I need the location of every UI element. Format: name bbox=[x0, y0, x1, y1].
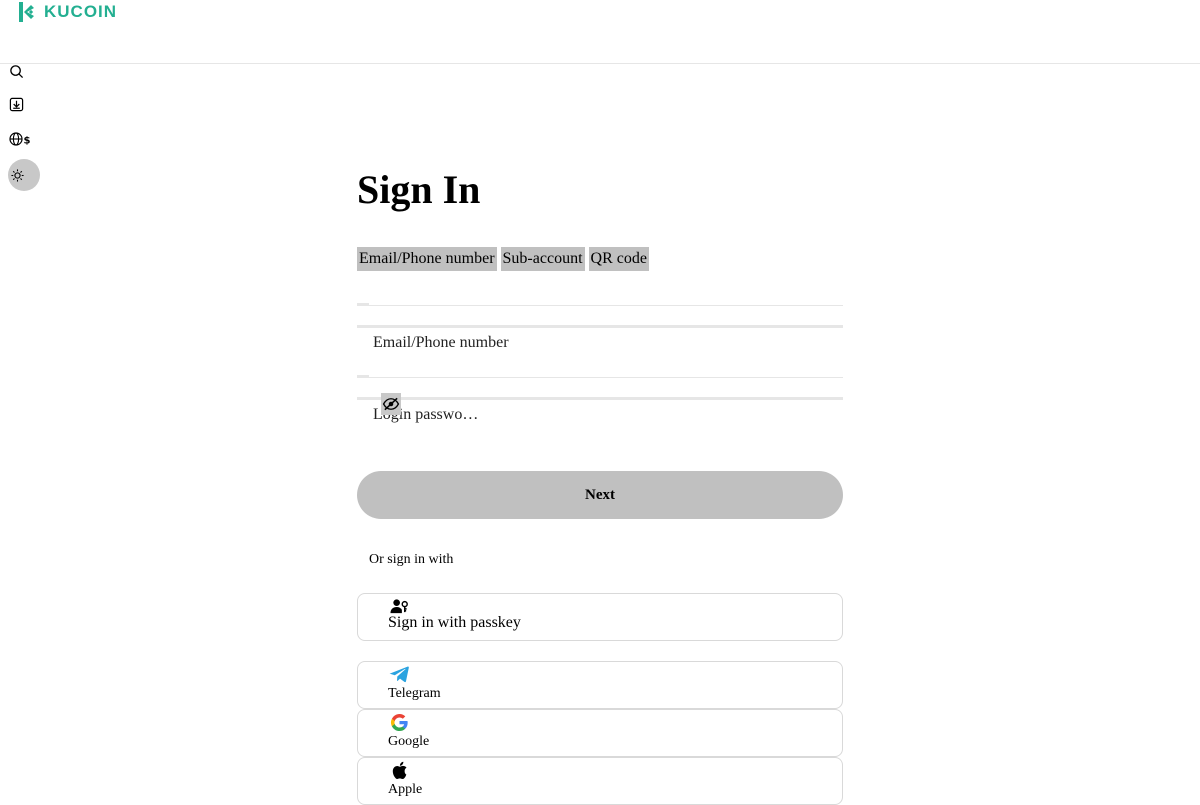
passkey-label: Sign in with passkey bbox=[388, 614, 521, 631]
kucoin-logo[interactable]: KUCOIN bbox=[16, 0, 117, 24]
telegram-label: Telegram bbox=[388, 686, 441, 701]
toggle-password-visibility-icon[interactable] bbox=[381, 393, 401, 415]
tab-sub-account[interactable]: Sub-account bbox=[500, 247, 585, 271]
passkey-icon bbox=[389, 596, 409, 616]
apple-icon bbox=[389, 760, 409, 780]
google-icon bbox=[389, 712, 409, 732]
telegram-signin-button[interactable]: Telegram bbox=[357, 661, 843, 709]
telegram-icon bbox=[389, 664, 409, 684]
tab-email-phone[interactable]: Email/Phone number bbox=[357, 247, 497, 271]
language-currency-icon[interactable]: $ bbox=[9, 131, 31, 147]
login-method-tabs: Email/Phone number Sub-account QR code bbox=[357, 247, 649, 271]
password-field[interactable]: Login passwo… bbox=[357, 374, 843, 434]
passkey-signin-button[interactable]: Sign in with passkey bbox=[357, 593, 843, 641]
brand-name: KUCOIN bbox=[44, 2, 118, 21]
apple-label: Apple bbox=[388, 782, 423, 797]
theme-toggle-button[interactable] bbox=[8, 159, 40, 191]
alt-signin-divider: Or sign in with bbox=[369, 552, 454, 567]
field-divider bbox=[357, 305, 843, 306]
svg-text:$: $ bbox=[24, 136, 31, 147]
download-icon[interactable] bbox=[8, 96, 24, 112]
google-label: Google bbox=[388, 734, 430, 749]
field-divider bbox=[357, 325, 843, 328]
search-icon[interactable] bbox=[8, 63, 24, 79]
field-divider bbox=[357, 397, 843, 400]
email-input-placeholder: Email/Phone number bbox=[373, 334, 509, 351]
top-header: KUCOIN bbox=[0, 0, 1200, 64]
page-title: Sign In bbox=[357, 167, 481, 212]
tab-qr-code[interactable]: QR code bbox=[588, 247, 649, 271]
email-field[interactable]: Email/Phone number bbox=[357, 302, 843, 377]
kucoin-logo-icon bbox=[19, 2, 34, 22]
sun-icon bbox=[9, 167, 25, 183]
field-divider bbox=[357, 377, 843, 378]
next-button[interactable]: Next bbox=[357, 471, 843, 519]
google-signin-button[interactable]: Google bbox=[357, 709, 843, 757]
apple-signin-button[interactable]: Apple bbox=[357, 757, 843, 805]
